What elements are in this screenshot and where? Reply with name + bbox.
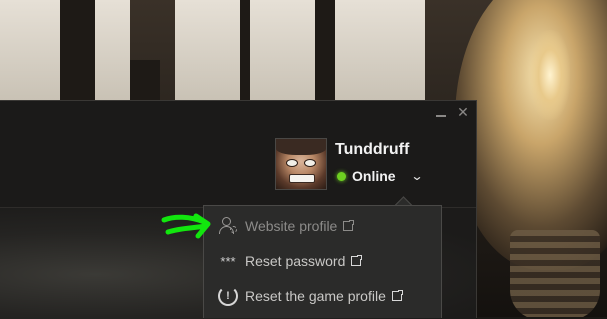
asterisks-icon: *** xyxy=(220,253,236,269)
external-link-icon xyxy=(343,219,356,231)
background-beam xyxy=(60,0,95,100)
background-window-pane xyxy=(0,0,60,100)
menu-item-label: Reset password xyxy=(245,253,346,269)
chevron-down-icon[interactable]: ⌄ xyxy=(410,169,423,183)
background-window-pane xyxy=(175,0,240,100)
online-status-dot-icon xyxy=(337,171,346,181)
status-selector[interactable]: Online ⌄ xyxy=(337,168,423,184)
username: Tunddruff xyxy=(335,141,410,158)
menu-item-website-profile[interactable]: Website profile xyxy=(204,209,441,243)
background-window-pane xyxy=(335,0,425,100)
lightbulb-base xyxy=(510,230,600,317)
status-dropdown-menu: Website profile *** Reset password ! Res… xyxy=(203,205,442,318)
close-icon[interactable]: ✕ xyxy=(456,105,470,119)
profile-gear-icon xyxy=(213,217,243,235)
background-window-pane xyxy=(95,0,130,100)
window-controls: ✕ xyxy=(434,105,470,119)
status-text: Online xyxy=(352,168,396,184)
background-beam xyxy=(315,0,335,100)
annotation-arrow-icon xyxy=(161,213,211,239)
reset-icon: ! xyxy=(218,286,238,306)
minimize-icon[interactable] xyxy=(434,105,448,119)
menu-item-label: Reset the game profile xyxy=(245,288,386,304)
background-beam xyxy=(240,0,250,100)
background-beam xyxy=(130,60,160,100)
avatar[interactable] xyxy=(275,138,327,190)
menu-item-reset-game-profile[interactable]: ! Reset the game profile xyxy=(204,279,441,313)
external-link-icon xyxy=(391,289,404,301)
background-window-pane xyxy=(250,0,315,100)
menu-item-reset-password[interactable]: *** Reset password xyxy=(204,244,441,278)
lightbulb-filament xyxy=(530,30,570,120)
external-link-icon xyxy=(351,254,364,266)
menu-item-label: Website profile xyxy=(245,218,338,234)
